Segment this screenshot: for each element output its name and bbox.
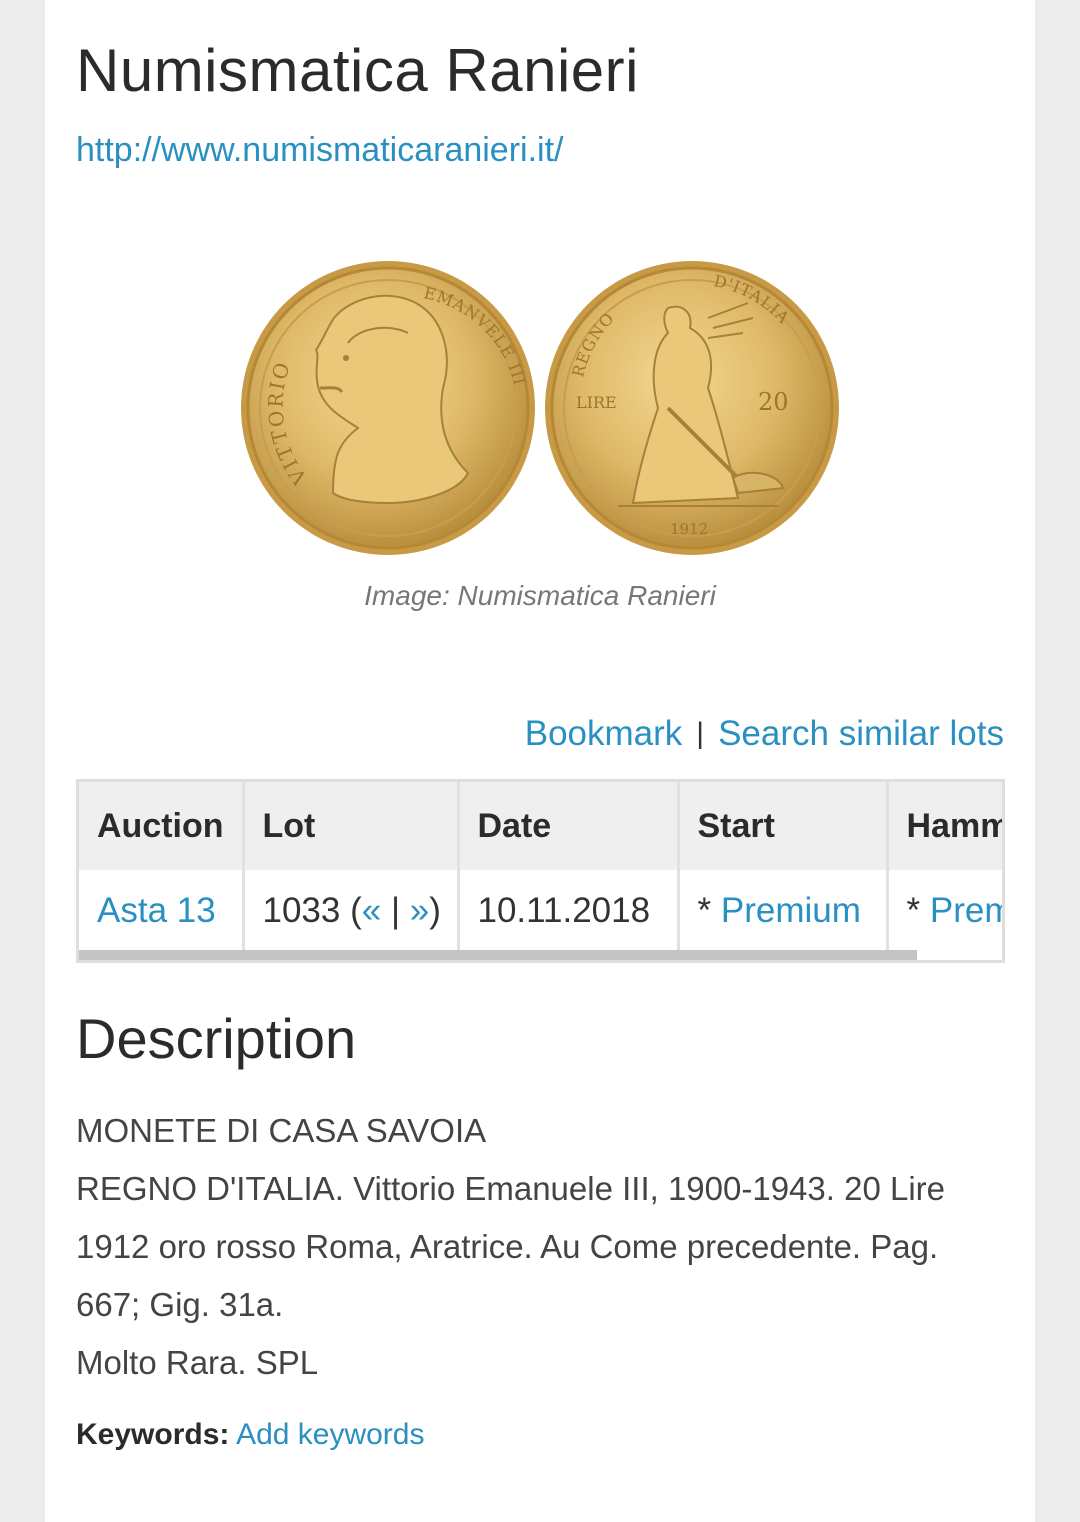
description-heading: Description: [76, 1007, 357, 1070]
cell-lot: 1033 (« | »): [243, 870, 460, 952]
previous-lot-link[interactable]: «: [362, 891, 381, 930]
table-horizontal-scrollbar[interactable]: [79, 950, 917, 960]
search-similar-lots-link[interactable]: Search similar lots: [718, 714, 1004, 753]
cell-auction: Asta 13: [79, 870, 245, 952]
coin-obverse: VITTORIO EMANVELE III: [241, 261, 535, 555]
description-line: REGNO D'ITALIA. Vittorio Emanuele III, 1…: [76, 1170, 946, 1207]
reverse-value: 20: [758, 388, 789, 416]
lot-number: 1033: [262, 891, 341, 930]
coin-reverse: REGNO D'ITALIA LIRE 20 1912: [545, 261, 839, 555]
page-title: Numismatica Ranieri: [76, 37, 639, 104]
hammer-premium-link[interactable]: Premium: [930, 891, 1002, 930]
actions-separator: |: [696, 717, 705, 750]
description-line: 667; Gig. 31a.: [76, 1286, 284, 1323]
description-line: 1912 oro rosso Roma, Aratrice. Au Come p…: [76, 1228, 939, 1265]
lot-table[interactable]: Auction Lot Date Start Hammer Asta 13 10…: [76, 779, 1005, 963]
description-line: Molto Rara. SPL: [76, 1344, 319, 1381]
start-prefix: *: [697, 891, 721, 930]
reverse-lire-label: LIRE: [576, 393, 617, 412]
cell-start: * Premium: [678, 870, 889, 952]
keywords-row: Keywords: Add keywords: [76, 1418, 425, 1452]
coin-image[interactable]: VITTORIO EMANVELE III REGNO D'ITALIA LIR…: [238, 258, 842, 558]
image-caption: Image: Numismatica Ranieri: [364, 580, 716, 611]
description-text: MONETE DI CASA SAVOIA REGNO D'ITALIA. Vi…: [76, 1102, 1016, 1392]
keywords-label: Keywords:: [76, 1418, 230, 1451]
start-premium-link[interactable]: Premium: [721, 891, 861, 930]
column-header-hammer: Hammer: [887, 782, 1002, 870]
column-header-start: Start: [678, 782, 889, 870]
cell-hammer: * Premium: [887, 870, 1002, 952]
description-line: MONETE DI CASA SAVOIA: [76, 1112, 487, 1149]
auction-link[interactable]: Asta 13: [97, 891, 216, 930]
lot-nav-separator: |: [390, 891, 401, 930]
hammer-prefix: *: [906, 891, 930, 930]
next-lot-link[interactable]: »: [410, 891, 429, 930]
column-header-lot: Lot: [243, 782, 460, 870]
table-header-row: Auction Lot Date Start Hammer: [79, 782, 1002, 870]
column-header-auction: Auction: [79, 782, 245, 870]
lot-actions: Bookmark | Search similar lots: [525, 714, 1004, 754]
bookmark-link[interactable]: Bookmark: [525, 714, 683, 753]
cell-date: 10.11.2018: [458, 870, 680, 952]
reverse-year: 1912: [670, 520, 708, 538]
table-row: Asta 13 1033 (« | ») 10.11.2018 * Premiu…: [79, 870, 1002, 952]
column-header-date: Date: [458, 782, 680, 870]
website-link[interactable]: http://www.numismaticaranieri.it/: [76, 131, 564, 170]
add-keywords-link[interactable]: Add keywords: [236, 1418, 424, 1451]
